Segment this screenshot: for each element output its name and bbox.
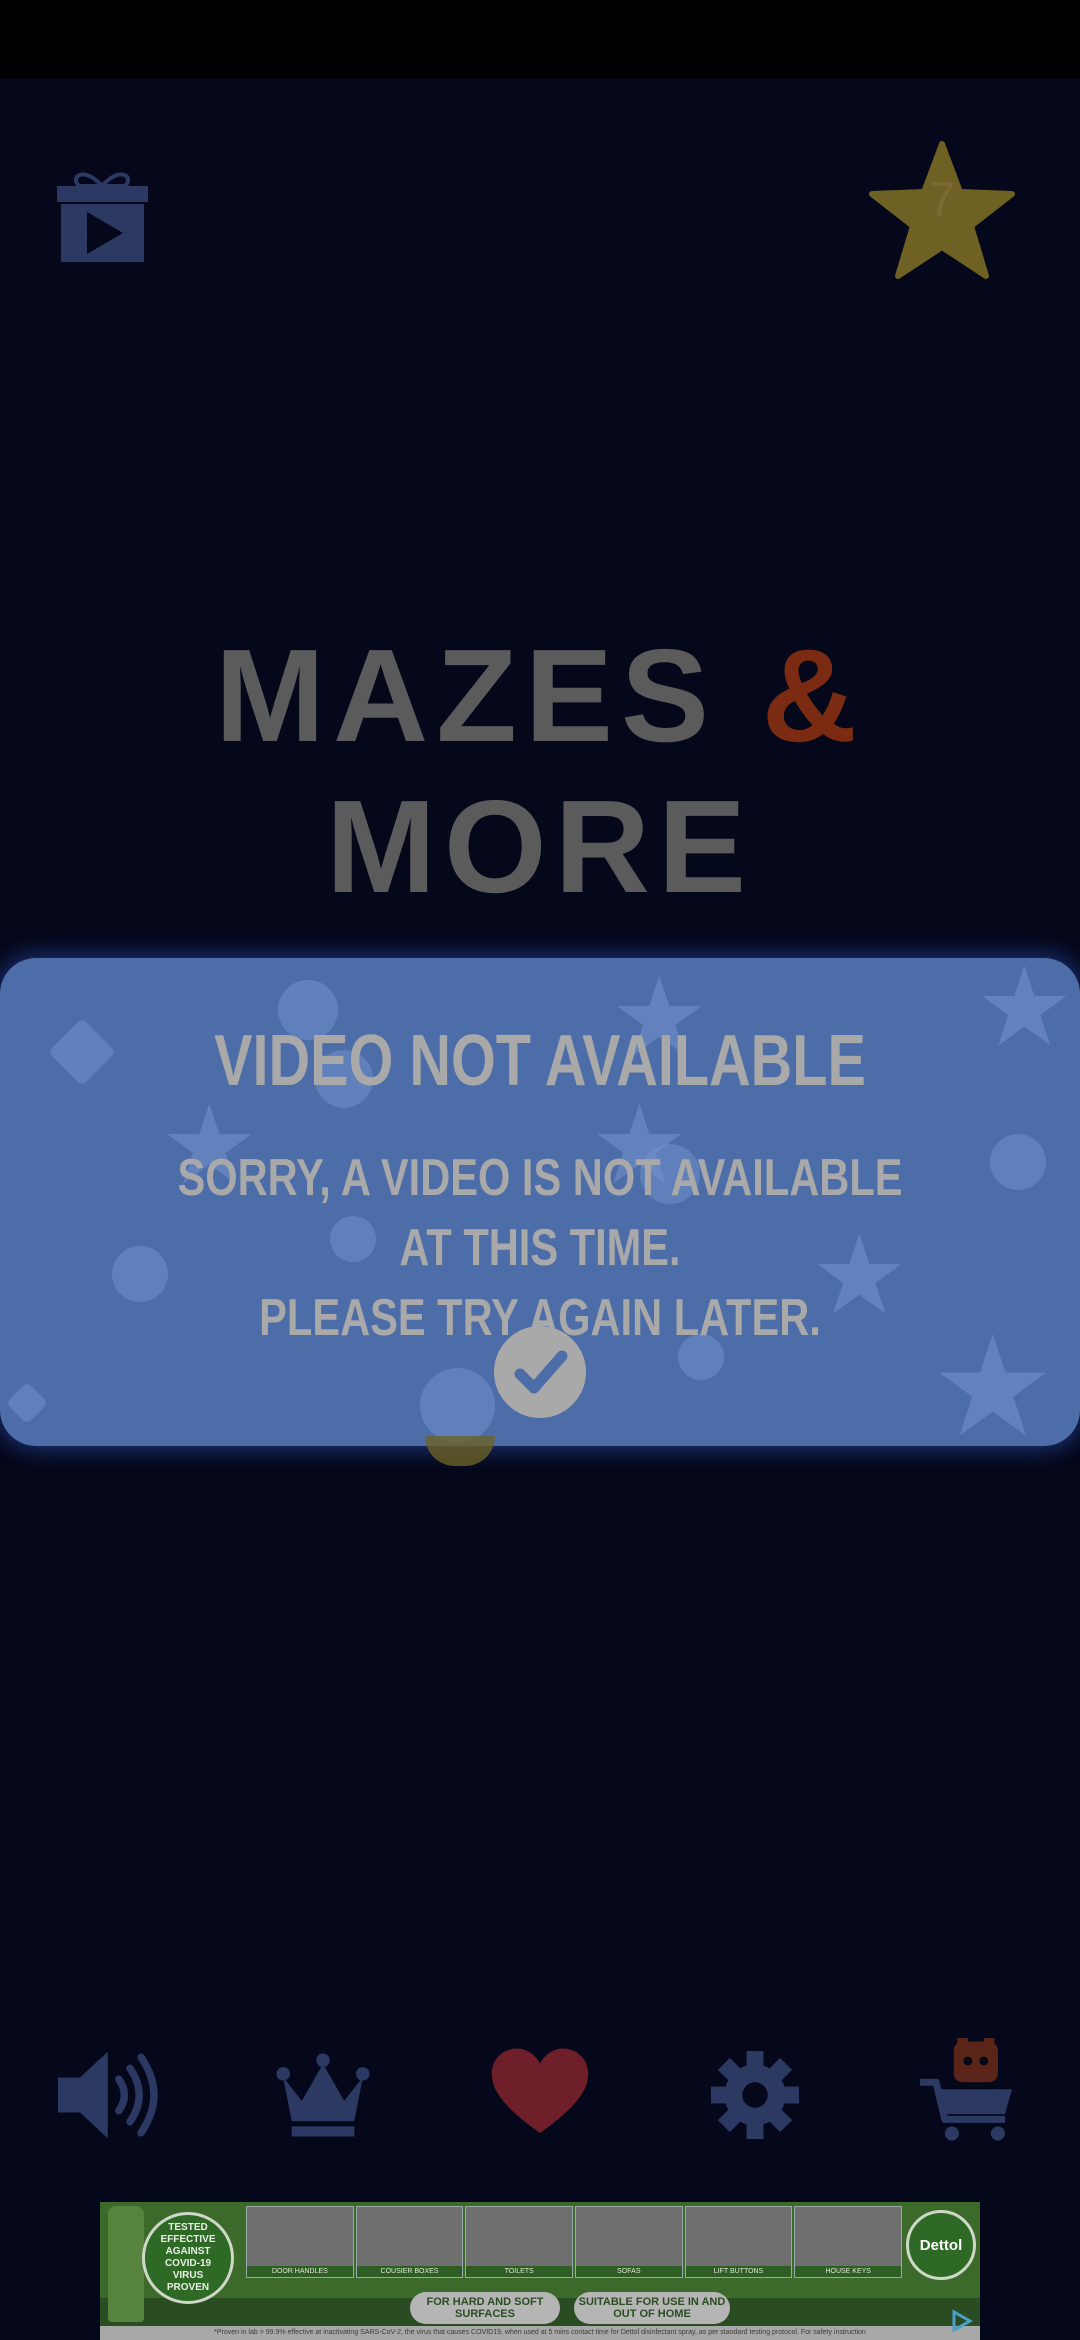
- ad-tile: TOILETS: [465, 2206, 574, 2278]
- confirm-button[interactable]: [494, 1326, 586, 1418]
- ad-tile-label: COUSIER BOXES: [356, 2266, 463, 2277]
- dialog-title: VIDEO NOT AVAILABLE: [214, 1021, 866, 1101]
- game-title: MAZES & MORE: [0, 620, 1080, 922]
- gear-icon: [711, 2051, 799, 2139]
- status-bar: [0, 0, 1080, 78]
- gift-video-icon[interactable]: [55, 168, 150, 263]
- ad-tile-label: TOILETS: [466, 2266, 573, 2277]
- sound-button[interactable]: [40, 2030, 170, 2160]
- ad-disclaimer: *Proven in lab > 99.9% effective at inac…: [100, 2326, 980, 2340]
- tested-seal: TESTED EFFECTIVE AGAINST COVID-19 VIRUS …: [142, 2212, 234, 2304]
- decor-star: ★: [930, 1306, 1056, 1447]
- favorite-button[interactable]: [475, 2030, 605, 2160]
- ad-banner[interactable]: TESTED EFFECTIVE AGAINST COVID-19 VIRUS …: [100, 2202, 980, 2340]
- seal-line1: TESTED: [168, 2222, 208, 2233]
- seal-line4: COVID-19: [164, 2258, 212, 2269]
- video-unavailable-dialog: ★ ★ ★ ★ ★ ★ VIDEO NOT AVAILABLE SORRY, A…: [0, 958, 1080, 1446]
- dialog-message-line1: SORRY, A VIDEO IS NOT AVAILABLE AT THIS …: [177, 1149, 903, 1277]
- ad-tiles: DOOR HANDLES COUSIER BOXES TOILETS SOFAS…: [246, 2206, 903, 2278]
- title-right: MORE: [326, 773, 754, 920]
- title-ampersand: &: [761, 622, 865, 769]
- decor-bubble: [420, 1368, 495, 1443]
- star-count: 7: [928, 173, 956, 226]
- ad-tile-label: SOFAS: [576, 2266, 682, 2277]
- ad-pill-surfaces: FOR HARD AND SOFT SURFACES: [410, 2292, 560, 2324]
- speaker-icon: [57, 2051, 158, 2139]
- ad-tile-label: DOOR HANDLES: [247, 2266, 353, 2277]
- title-left: MAZES: [214, 622, 762, 769]
- seal-line5: VIRUS: [172, 2270, 204, 2281]
- decor-diamond: [48, 1018, 116, 1086]
- ad-tile: LIFT BUTTONS: [684, 2206, 793, 2278]
- adchoices-icon[interactable]: [946, 2306, 976, 2336]
- decor-bubble: [990, 1134, 1046, 1190]
- dialog-message: SORRY, A VIDEO IS NOT AVAILABLE AT THIS …: [156, 1143, 924, 1353]
- settings-button[interactable]: [690, 2030, 820, 2160]
- bottom-nav: [0, 2030, 1080, 2160]
- shop-button[interactable]: [905, 2030, 1035, 2160]
- seal-line3: AGAINST: [165, 2246, 211, 2257]
- ad-tile: DOOR HANDLES: [246, 2206, 354, 2278]
- decor-star: ★: [975, 958, 1074, 1071]
- ad-tile: HOUSE KEYS: [794, 2206, 903, 2278]
- decor-diamond: [5, 1381, 49, 1425]
- heart-icon: [491, 2048, 589, 2134]
- seal-line2: EFFECTIVE: [160, 2234, 216, 2245]
- check-icon: [514, 1350, 568, 1394]
- ad-tile: SOFAS: [575, 2206, 683, 2278]
- cart-icon: [919, 2037, 1012, 2141]
- ad-tile-label: LIFT BUTTONS: [685, 2266, 792, 2277]
- spray-can-image: [108, 2206, 144, 2322]
- leaderboard-button[interactable]: [258, 2030, 388, 2160]
- brand-logo: Dettol: [906, 2210, 976, 2280]
- ad-tile-label: HOUSE KEYS: [795, 2266, 902, 2277]
- ad-tile: COUSIER BOXES: [355, 2206, 464, 2278]
- seal-line6: PROVEN: [166, 2282, 210, 2293]
- crown-icon: [276, 2053, 370, 2137]
- ad-pill-home: SUITABLE FOR USE IN AND OUT OF HOME: [574, 2292, 730, 2324]
